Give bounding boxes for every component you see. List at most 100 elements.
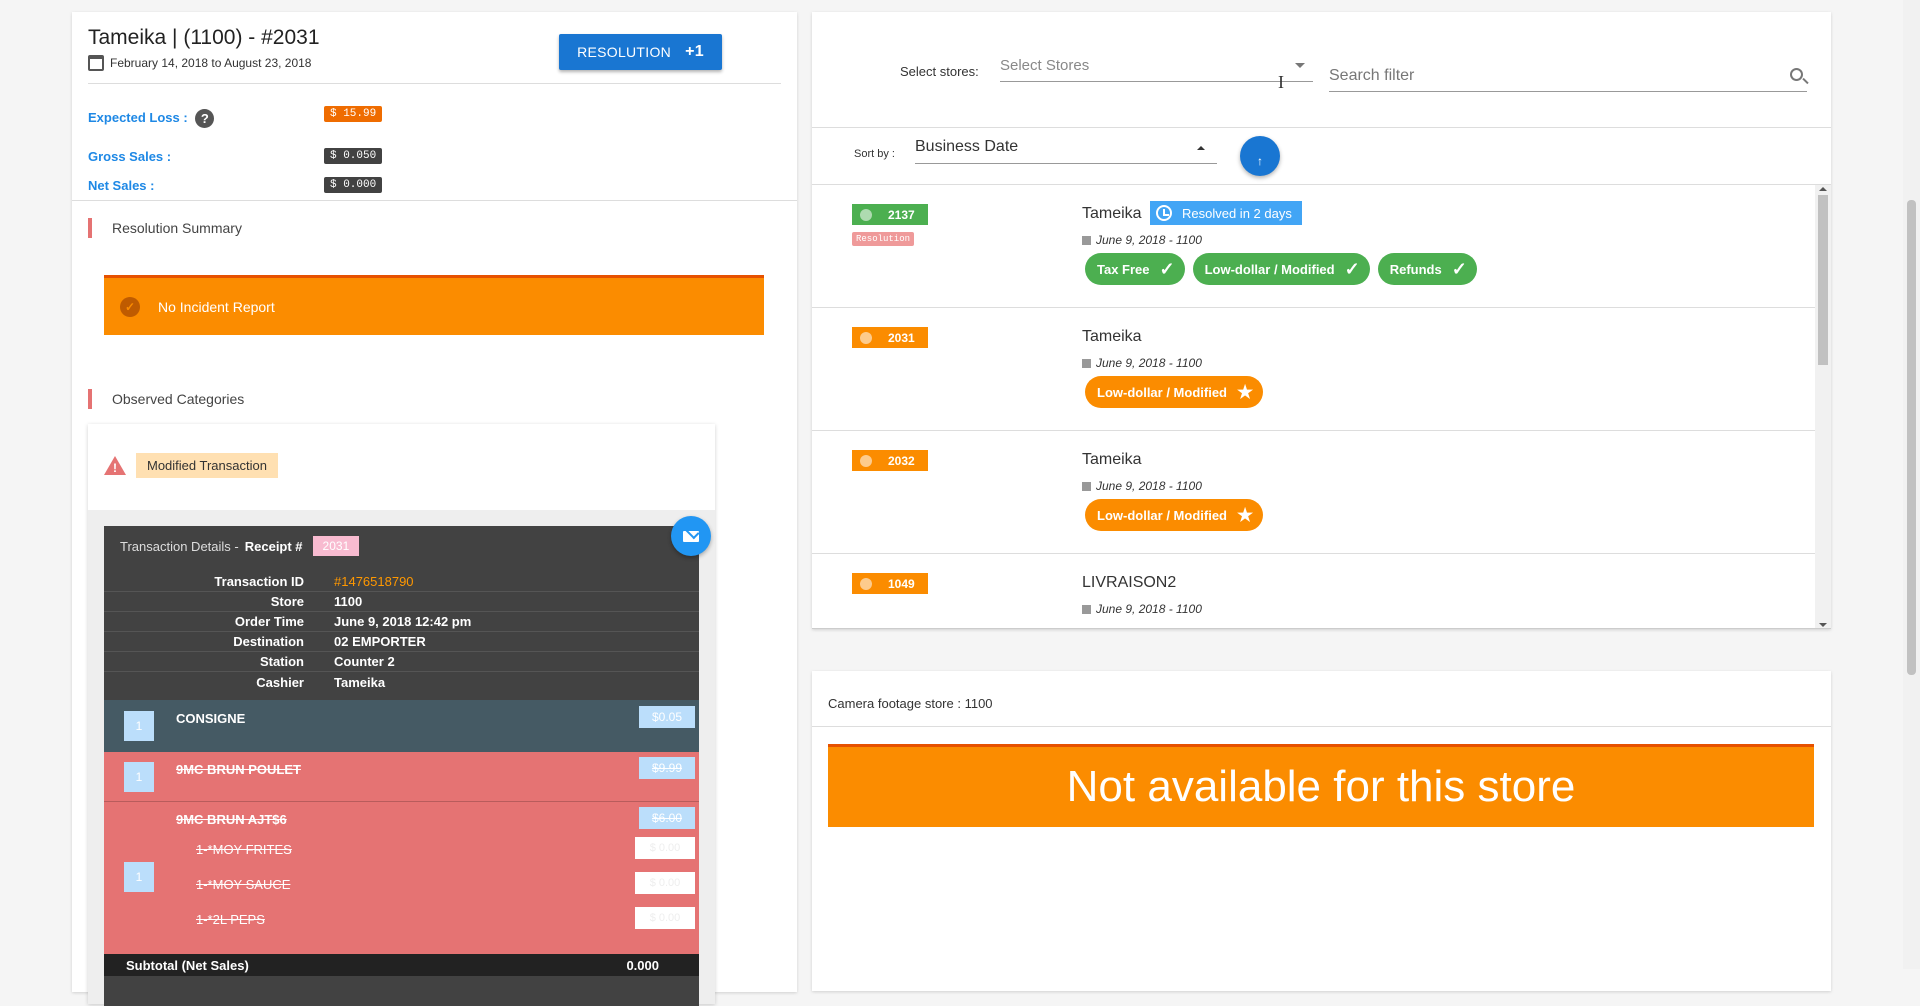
ticket-row[interactable]: 2137 Resolution Tameika Resolved in 2 da… [812,185,1815,308]
scroll-down-icon[interactable] [1819,623,1827,627]
item-quantity: 1 [124,862,154,892]
ticket-date: June 9, 2018 - 1100 [1082,602,1202,616]
category-chip[interactable]: Low-dollar / Modified ✓ [1192,253,1370,285]
resolution-tag: Resolution [852,232,915,246]
transaction-id-link[interactable]: #1476518790 [334,574,414,589]
clock-icon [1156,205,1172,221]
scroll-up-icon[interactable] [1819,187,1827,191]
line-item-voided: 1 9MC BRUN AJT$6 $6.00 1-*MOY FRITES $ 0… [104,802,699,954]
sort-direction-button[interactable]: ↑ [1240,136,1280,176]
detail-row: Store 1100 [104,592,699,612]
line-item: 1 CONSIGNE $0.05 [104,700,699,752]
ticket-id-badge: 2137 [852,204,928,225]
ticket-id: 2032 [888,453,915,468]
check-icon: ✓ [1344,258,1360,279]
incident-report-banner: ✓ No Incident Report [104,275,764,335]
subtotal-label: Subtotal (Net Sales) [126,957,249,973]
category-chip[interactable]: Low-dollar / Modified ★ [1085,376,1264,408]
resolved-badge: Resolved in 2 days [1150,201,1302,225]
sort-select[interactable]: Business Date [915,134,1217,164]
ticket-id-badge: 1049 [852,573,928,594]
ticket-date: June 9, 2018 - 1100 [1082,356,1202,370]
camera-unavailable-banner: Not available for this store [828,744,1814,827]
ticket-row[interactable]: 2032 Tameika June 9, 2018 - 1100 Low-dol… [812,431,1815,554]
receipt-label: Receipt # [244,538,303,554]
resolution-button[interactable]: RESOLUTION +1 [559,34,722,70]
search-input[interactable]: Search filter [1329,62,1807,92]
detail-value: Tameika [334,674,386,690]
divider [812,726,1831,727]
help-icon[interactable]: ? [195,109,215,128]
ticket-id: 2137 [888,207,915,222]
status-dot-icon [860,454,872,467]
check-circle-icon: ✓ [120,296,140,317]
status-dot-icon [860,577,872,590]
ticket-row[interactable]: 2031 Tameika June 9, 2018 - 1100 Low-dol… [812,308,1815,431]
text-cursor-icon: I [1278,72,1284,92]
store-select[interactable]: Select Stores [1000,54,1313,82]
store-select-label: Select stores: [900,64,979,79]
detail-row: Order Time June 9, 2018 12:42 pm [104,612,699,632]
detail-value: 02 EMPORTER [334,634,426,649]
scrollbar-thumb[interactable] [1907,200,1916,675]
ticket-date: June 9, 2018 - 1100 [1082,233,1202,247]
item-quantity: 1 [124,711,154,741]
divider [72,200,797,201]
ticket-row[interactable]: 1049 LIVRAISON2 June 9, 2018 - 1100 [812,554,1815,628]
check-icon: ✓ [1451,258,1467,279]
warning-icon: ! [104,456,126,475]
observed-categories-heading: Observed Categories [88,389,244,409]
detail-value: 1100 [334,594,363,609]
list-scrollbar[interactable] [1815,185,1831,628]
ticket-chips: Low-dollar / Modified ★ [1085,499,1264,531]
status-dot-icon [860,208,872,221]
page-title: Tameika | (1100) - #2031 [88,26,320,49]
transaction-details: Transaction Details - Receipt # 2031 Tra… [104,516,711,1006]
search-icon[interactable] [1790,68,1803,81]
chip-label: Low-dollar / Modified [1097,507,1227,523]
detail-key: Cashier [256,674,304,690]
detail-key: Store [270,594,304,609]
observed-categories-title: Observed Categories [112,391,245,407]
ticket-chips [1085,622,1149,628]
section-marker [88,218,92,238]
item-name: 9MC BRUN AJT$6 [176,812,287,827]
category-chip[interactable]: Tax Free ✓ [1085,253,1185,285]
camera-footage-label: Camera footage store : 1100 [828,696,993,711]
category-card: ! Modified Transaction Transaction Detai… [88,424,715,1006]
item-name: CONSIGNE [176,711,246,726]
chip-label: Tax Free [1097,261,1150,277]
ticket-date-text: June 9, 2018 - 1100 [1096,602,1202,616]
ticket-date-text: June 9, 2018 - 1100 [1096,233,1202,247]
ticket-cashier: Tameika [1082,328,1142,345]
chip-label: Refunds [1389,261,1442,277]
item-price: $6.00 [639,807,695,829]
calendar-icon [1082,235,1091,245]
resolved-text: Resolved in 2 days [1182,205,1292,221]
chip-label: Low-dollar / Modified [1097,384,1227,400]
section-marker [88,389,92,409]
category-badge: Modified Transaction [136,453,278,478]
item-quantity: 1 [124,762,154,792]
date-range-text: February 14, 2018 to August 23, 2018 [110,56,312,70]
receipt-number: 2031 [312,536,360,556]
calendar-icon [1082,481,1091,491]
modifier-name: 1-*MOY SAUCE [196,877,291,892]
item-price: $0.05 [639,706,695,728]
category-chip[interactable]: Refunds ✓ [1377,253,1477,285]
search-placeholder: Search filter [1329,67,1415,84]
incident-detail-panel: Tameika | (1100) - #2031 February 14, 20… [72,12,797,1006]
scrollbar-thumb[interactable] [1818,195,1828,365]
category-chip[interactable]: Low-dollar / Modified ★ [1085,499,1264,531]
calendar-icon [1082,358,1091,368]
star-icon: ★ [1237,504,1254,525]
detail-key: Transaction ID [214,574,304,589]
detail-row: Transaction ID #1476518790 [104,572,699,592]
email-button[interactable] [671,516,711,556]
expected-loss-label: Expected Loss : ? [88,109,215,128]
detail-row: Station Counter 2 [104,652,699,672]
transaction-title: Transaction Details - Receipt # 2031 [120,536,360,556]
modifier-price: $ 0.00 [635,837,695,859]
divider [88,83,781,84]
page-scrollbar[interactable] [1903,0,1920,969]
